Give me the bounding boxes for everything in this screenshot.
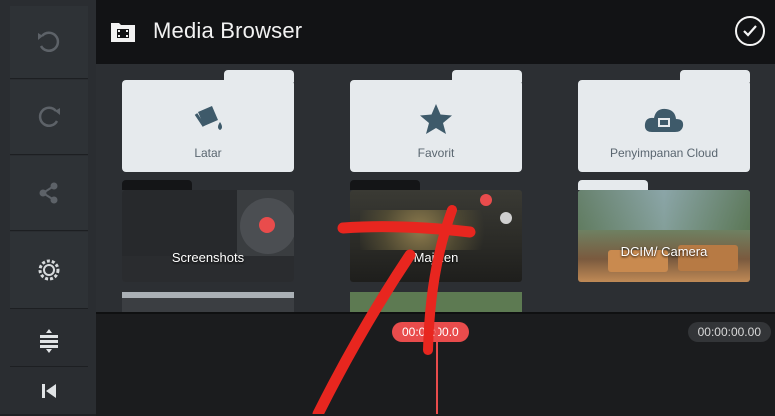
album-label: Screenshots xyxy=(171,250,245,265)
album-label: DCIM/ Camera xyxy=(620,244,708,259)
undo-button[interactable] xyxy=(10,6,88,79)
folder-label: Latar xyxy=(194,146,222,160)
folder-penyimpanan-cloud[interactable]: Penyimpanan Cloud xyxy=(578,70,750,172)
check-circle-icon xyxy=(743,25,757,37)
album-label: Majizen xyxy=(413,250,459,265)
page-title: Media Browser xyxy=(153,18,303,43)
folder-tab xyxy=(452,70,522,82)
layers-adjust-button[interactable] xyxy=(10,316,88,367)
skip-to-start-icon xyxy=(42,384,56,398)
album-dcim-camera[interactable]: DCIM/ Camera xyxy=(578,190,750,282)
album-partial[interactable] xyxy=(122,292,294,312)
folder-label: Penyimpanan Cloud xyxy=(609,146,719,160)
folder-label: Favorit xyxy=(417,146,455,160)
redo-icon xyxy=(38,106,60,127)
folder-tab xyxy=(680,70,750,82)
undo-icon xyxy=(38,31,60,52)
layers-adjust-icon xyxy=(40,329,58,353)
total-time-badge: 00:00:00.00 xyxy=(687,322,771,342)
settings-button[interactable] xyxy=(10,232,88,309)
done-button[interactable] xyxy=(735,16,765,46)
album-partial[interactable] xyxy=(350,292,522,312)
album-tab xyxy=(350,180,420,190)
folder-tab xyxy=(224,70,294,82)
settings-icon xyxy=(38,259,60,281)
film-folder-icon xyxy=(110,20,136,49)
album-tab xyxy=(578,180,648,190)
folder-favorit[interactable]: Favorit xyxy=(350,70,522,172)
share-icon xyxy=(39,182,58,204)
tool-rail xyxy=(0,0,96,414)
skip-to-start-button[interactable] xyxy=(10,368,88,414)
album-tab xyxy=(122,180,192,190)
folder-latar[interactable]: Latar xyxy=(122,70,294,172)
media-grid: Latar Favorit Penyimpanan Cloud Screensh… xyxy=(96,64,775,312)
star-icon xyxy=(418,102,454,141)
media-browser-header: Media Browser xyxy=(96,0,775,64)
album-majizen[interactable]: Majizen xyxy=(350,190,522,282)
playhead[interactable] xyxy=(436,325,438,414)
share-button[interactable] xyxy=(10,156,88,231)
redo-button[interactable] xyxy=(10,80,88,155)
cloud-film-icon xyxy=(642,102,686,141)
album-screenshots[interactable]: Screenshots xyxy=(122,190,294,282)
current-time-badge: 00:00:00.0 xyxy=(392,322,469,342)
paint-bucket-icon xyxy=(190,102,226,141)
